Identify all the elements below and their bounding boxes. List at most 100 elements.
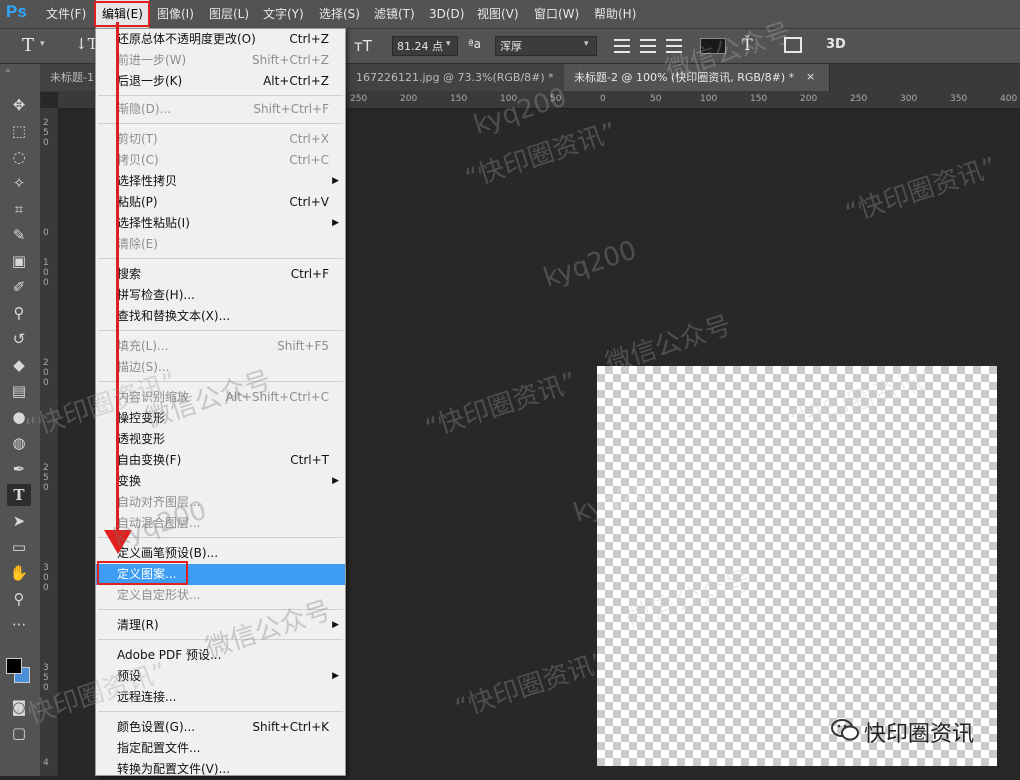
hand-tool-icon[interactable]: ✋ bbox=[7, 562, 31, 584]
menu-select[interactable]: 选择(S) bbox=[313, 0, 366, 28]
chevron-down-icon[interactable]: ▾ bbox=[446, 39, 451, 49]
menu-item-label: 颜色设置(G)... bbox=[117, 720, 196, 734]
more-tools-icon[interactable]: ··· bbox=[7, 614, 31, 636]
menu-window[interactable]: 窗口(W) bbox=[528, 0, 585, 28]
eyedropper-icon[interactable]: ✎ bbox=[7, 224, 31, 246]
menu-item-color-settings[interactable]: 颜色设置(G)... Shift+Ctrl+K bbox=[96, 717, 345, 738]
pen-tool-icon[interactable]: ✒ bbox=[7, 458, 31, 480]
shape-tool-icon[interactable]: ▭ bbox=[7, 536, 31, 558]
menu-item-shortcut: Ctrl+Z bbox=[289, 32, 329, 46]
menu-item-shortcut: Ctrl+T bbox=[290, 453, 329, 467]
menu-item-fill[interactable]: 填充(L)... Shift+F5 bbox=[96, 336, 345, 357]
healing-brush-icon[interactable]: ▣ bbox=[7, 250, 31, 272]
ruler-label: 0 bbox=[43, 583, 49, 593]
3d-button[interactable]: 3D bbox=[826, 37, 846, 52]
lasso-tool-icon[interactable]: ◌ bbox=[7, 146, 31, 168]
brush-tool-icon[interactable]: ✐ bbox=[7, 276, 31, 298]
menu-item-label: 搜索 bbox=[117, 267, 142, 281]
menu-separator bbox=[98, 123, 343, 124]
anti-alias-icon: ªa bbox=[468, 37, 482, 51]
ruler-label: 5 bbox=[43, 473, 49, 483]
menu-item-free-transform[interactable]: 自由变换(F) Ctrl+T bbox=[96, 450, 345, 471]
magic-wand-icon[interactable]: ✧ bbox=[7, 172, 31, 194]
ruler-label: 50 bbox=[650, 94, 662, 104]
menu-item-auto-align[interactable]: 自动对齐图层... bbox=[96, 492, 345, 513]
ruler-label: 0 bbox=[43, 573, 49, 583]
marquee-tool-icon[interactable]: ⬚ bbox=[7, 120, 31, 142]
menu-item-label: 粘贴(P) bbox=[117, 195, 158, 209]
menu-item-label: 填充(L)... bbox=[117, 339, 169, 353]
align-left-icon[interactable] bbox=[614, 39, 630, 53]
menu-file[interactable]: 文件(F) bbox=[40, 0, 92, 28]
ruler-label: 200 bbox=[800, 94, 818, 104]
ruler-label: 3 bbox=[43, 563, 49, 573]
move-tool-icon[interactable]: ✥ bbox=[7, 94, 31, 116]
menu-separator bbox=[98, 711, 343, 712]
menu-item-perspective-warp[interactable]: 透视变形 bbox=[96, 429, 345, 450]
ruler-label: 0 bbox=[43, 378, 49, 388]
menu-3d[interactable]: 3D(D) bbox=[423, 0, 470, 28]
menu-item-label: 选择性拷贝 bbox=[117, 174, 178, 188]
menu-item-label: 查找和替换文本(X)... bbox=[117, 309, 231, 323]
menu-separator bbox=[98, 330, 343, 331]
submenu-arrow-icon: ▶ bbox=[332, 671, 339, 681]
menu-item-label: 转换为配置文件(V)... bbox=[117, 762, 231, 776]
menu-item-search[interactable]: 搜索 Ctrl+F bbox=[96, 264, 345, 285]
ruler-label: 0 bbox=[600, 94, 606, 104]
menu-item-label: 变换 bbox=[117, 474, 142, 488]
menu-item-copy-special[interactable]: 选择性拷贝 ▶ bbox=[96, 171, 345, 192]
menu-layer[interactable]: 图层(L) bbox=[203, 0, 255, 28]
menu-item-assign-profile[interactable]: 指定配置文件... bbox=[96, 738, 345, 759]
menu-item-step-backward[interactable]: 后退一步(K) Alt+Ctrl+Z bbox=[96, 71, 345, 92]
watermark-text: “快印圈资讯” bbox=[451, 647, 611, 725]
menu-item-clear[interactable]: 清除(E) bbox=[96, 234, 345, 255]
zoom-tool-icon[interactable]: ⚲ bbox=[7, 588, 31, 610]
menu-item-shortcut: Ctrl+C bbox=[289, 153, 329, 167]
menu-item-label: 自由变换(F) bbox=[117, 453, 182, 467]
menu-item-shortcut: Alt+Ctrl+Z bbox=[263, 74, 329, 88]
menu-help[interactable]: 帮助(H) bbox=[588, 0, 642, 28]
menu-item-paste-special[interactable]: 选择性粘贴(I) ▶ bbox=[96, 213, 345, 234]
gradient-tool-icon[interactable]: ▤ bbox=[7, 380, 31, 402]
menu-item-copy[interactable]: 拷贝(C) Ctrl+C bbox=[96, 150, 345, 171]
menu-item-transform[interactable]: 变换 ▶ bbox=[96, 471, 345, 492]
path-select-icon[interactable]: ➤ bbox=[7, 510, 31, 532]
submenu-arrow-icon: ▶ bbox=[332, 218, 339, 228]
close-tab-icon[interactable]: × bbox=[806, 70, 815, 83]
menu-item-undo[interactable]: 还原总体不透明度更改(O) Ctrl+Z bbox=[96, 29, 345, 50]
tab-document-2[interactable]: 167226121.jpg @ 73.3%(RGB/8#) * bbox=[346, 64, 576, 91]
submenu-arrow-icon: ▶ bbox=[332, 476, 339, 486]
crop-tool-icon[interactable]: ⌗ bbox=[7, 198, 31, 220]
align-center-icon[interactable] bbox=[640, 39, 656, 53]
ruler-label: 250 bbox=[850, 94, 868, 104]
ruler-label: 1 bbox=[43, 258, 49, 268]
ruler-label: 5 bbox=[43, 128, 49, 138]
chevron-down-icon[interactable]: ▾ bbox=[40, 39, 45, 49]
anti-alias-select[interactable]: 浑厚 bbox=[495, 36, 597, 56]
menu-image[interactable]: 图像(I) bbox=[151, 0, 200, 28]
menu-item-cut[interactable]: 剪切(T) Ctrl+X bbox=[96, 129, 345, 150]
menu-item-step-forward[interactable]: 前进一步(W) Shift+Ctrl+Z bbox=[96, 50, 345, 71]
menu-item-convert-profile[interactable]: 转换为配置文件(V)... bbox=[96, 759, 345, 780]
clone-stamp-icon[interactable]: ⚲ bbox=[7, 302, 31, 324]
annotation-arrow-line bbox=[116, 22, 119, 534]
menu-item-label: 剪切(T) bbox=[117, 132, 158, 146]
menu-item-find-replace[interactable]: 查找和替换文本(X)... bbox=[96, 306, 345, 327]
collapse-icon[interactable]: » bbox=[5, 66, 11, 76]
menu-filter[interactable]: 滤镜(T) bbox=[368, 0, 421, 28]
menu-item-spell-check[interactable]: 拼写检查(H)... bbox=[96, 285, 345, 306]
ruler-label: 200 bbox=[400, 94, 418, 104]
ruler-label: 350 bbox=[950, 94, 968, 104]
menu-type[interactable]: 文字(Y) bbox=[257, 0, 310, 28]
foreground-color-swatch[interactable] bbox=[6, 658, 22, 674]
chevron-down-icon[interactable]: ▾ bbox=[584, 39, 589, 49]
menu-view[interactable]: 视图(V) bbox=[471, 0, 525, 28]
menu-item-fade[interactable]: 渐隐(D)... Shift+Ctrl+F bbox=[96, 99, 345, 120]
history-brush-icon[interactable]: ↺ bbox=[7, 328, 31, 350]
type-tool-preset[interactable]: T bbox=[22, 35, 34, 56]
menu-item-paste[interactable]: 粘贴(P) Ctrl+V bbox=[96, 192, 345, 213]
menu-item-shortcut: Shift+Ctrl+Z bbox=[252, 53, 329, 67]
eraser-tool-icon[interactable]: ◆ bbox=[7, 354, 31, 376]
ruler-label: 4 bbox=[43, 758, 49, 768]
type-tool-icon[interactable]: T bbox=[7, 484, 31, 506]
